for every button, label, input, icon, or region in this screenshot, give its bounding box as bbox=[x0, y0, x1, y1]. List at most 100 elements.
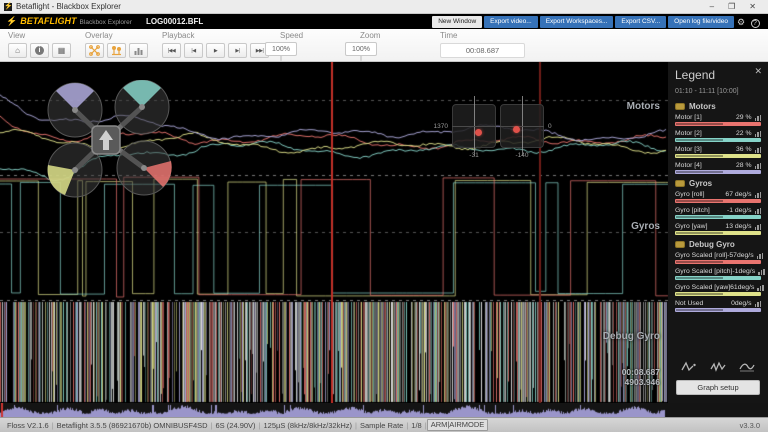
legend-panel: Legend ✕ 01:10 - 11:11 [10:00] Motors Mot… bbox=[668, 62, 768, 403]
status-bar: Floss V2.1.6 | Betaflight 3.5.5 (86921670b… bbox=[0, 417, 768, 432]
legend-group-header[interactable]: Debug Gyro bbox=[675, 240, 761, 249]
legend-field-row[interactable]: Motor [1] 29 % bbox=[675, 114, 761, 126]
legend-field-row[interactable]: Not Used 0deg/s bbox=[675, 300, 761, 312]
legend-field-row[interactable]: Gyro Scaled [yaw] 61deg/s bbox=[675, 284, 764, 296]
zoom-slider[interactable]: 100% bbox=[345, 42, 377, 61]
analyser-mini-icon[interactable] bbox=[754, 114, 761, 121]
zoom-input[interactable]: 100% bbox=[345, 42, 377, 56]
group-toggle-icon[interactable] bbox=[675, 180, 685, 187]
analyser-button[interactable] bbox=[129, 43, 148, 58]
analyser-mini-icon[interactable] bbox=[758, 268, 765, 275]
zoom-group: Zoom 100% bbox=[345, 31, 380, 61]
cursor-frame-readout: 4903.946 bbox=[624, 377, 660, 387]
help-icon[interactable]: ? bbox=[748, 16, 762, 28]
legend-tools: Graph setup bbox=[668, 361, 768, 395]
field-name: Not Used bbox=[675, 300, 704, 307]
legend-group-gyros: Gyros Gyro [roll] 67 deg/s Gyro [pitch] -1 d… bbox=[675, 179, 761, 235]
analyser-mini-icon[interactable] bbox=[754, 300, 761, 307]
export-workspaces-button[interactable]: Export Workspaces... bbox=[539, 15, 614, 28]
speed-label: Speed bbox=[280, 31, 304, 40]
analyser-mini-icon[interactable] bbox=[754, 223, 761, 230]
field-value: 61deg/s bbox=[730, 284, 755, 291]
log-filename: LOG00012.BFL bbox=[145, 17, 204, 26]
analyser-mini-icon[interactable] bbox=[754, 162, 761, 169]
smooth-curve-icon[interactable] bbox=[738, 361, 756, 372]
expand-curve-icon[interactable] bbox=[680, 361, 698, 372]
left-stick-dot bbox=[475, 129, 482, 136]
close-button[interactable]: ✕ bbox=[749, 0, 756, 14]
zigzag-curve-icon[interactable] bbox=[709, 361, 727, 372]
legend-field-row[interactable]: Gyro [yaw] 13 deg/s bbox=[675, 223, 761, 235]
analyser-mini-icon[interactable] bbox=[754, 130, 761, 137]
time-input[interactable]: 00:08.687 bbox=[440, 43, 525, 58]
legend-group-header[interactable]: Gyros bbox=[675, 179, 761, 188]
speed-slider[interactable]: 100% bbox=[265, 42, 297, 61]
minimize-button[interactable]: – bbox=[710, 0, 714, 14]
play-button[interactable]: ▶ bbox=[206, 43, 225, 58]
titlebar: ⚡ Betaflight - Blackbox Explorer – ❐ ✕ bbox=[0, 0, 768, 14]
field-name: Gyro [pitch] bbox=[675, 207, 710, 214]
right-stick-dot bbox=[513, 126, 520, 133]
field-value: -1 deg/s bbox=[726, 207, 752, 214]
field-name: Motor [1] bbox=[675, 114, 702, 121]
group-toggle-icon[interactable] bbox=[675, 103, 685, 110]
legend-field-row[interactable]: Gyro Scaled [pitch] -1deg/s bbox=[675, 268, 765, 280]
maximize-button[interactable]: ❐ bbox=[728, 0, 735, 14]
legend-group-motors: Motors Motor [1] 29 % Motor [2] 22 % Motor [3… bbox=[675, 102, 761, 174]
speed-input[interactable]: 100% bbox=[265, 42, 297, 56]
legend-field-row[interactable]: Gyro [pitch] -1 deg/s bbox=[675, 207, 761, 219]
cursor-time-readout: 00:08.687 bbox=[621, 367, 660, 377]
field-color-bar bbox=[675, 122, 761, 126]
sticks-overlay-button[interactable] bbox=[107, 43, 126, 58]
header-buttons: New Window Export video... Export Workspac… bbox=[432, 15, 734, 28]
info-button[interactable]: i bbox=[30, 43, 49, 58]
legend-group-header[interactable]: Motors bbox=[675, 102, 761, 111]
yaw-value: -31 bbox=[469, 152, 479, 159]
export-csv-button[interactable]: Export CSV... bbox=[615, 15, 667, 28]
seek-bar[interactable] bbox=[0, 403, 768, 417]
new-window-button[interactable]: New Window bbox=[432, 15, 483, 28]
legend-close-icon[interactable]: ✕ bbox=[754, 66, 762, 77]
view-group: View ⌂ i ▦ bbox=[8, 31, 71, 58]
jump-start-button[interactable]: |◀◀ bbox=[162, 43, 181, 58]
settings-gear-icon[interactable]: ⚙ bbox=[734, 16, 748, 28]
legend-field-row[interactable]: Gyro [roll] 67 deg/s bbox=[675, 191, 761, 203]
analyser-mini-icon[interactable] bbox=[754, 191, 761, 198]
open-log-file-video-button[interactable]: Open log file/video bbox=[668, 15, 734, 28]
legend-field-row[interactable]: Motor [4] 28 % bbox=[675, 162, 761, 174]
analyser-mini-icon[interactable] bbox=[754, 146, 761, 153]
status-segments: Floss V2.1.6 | Betaflight 3.5.5 (86921670b… bbox=[4, 419, 489, 431]
time-group: Time 00:08.687 bbox=[440, 31, 525, 58]
playback-label: Playback bbox=[162, 31, 195, 40]
field-name: Gyro Scaled [roll] bbox=[675, 252, 728, 259]
analyser-mini-icon[interactable] bbox=[754, 207, 761, 214]
field-name: Gyro Scaled [pitch] bbox=[675, 268, 733, 275]
status-segment: Floss V2.1.6 bbox=[7, 420, 49, 430]
brand-text: BETAFLIGHT bbox=[20, 16, 77, 26]
field-value: -1deg/s bbox=[732, 268, 756, 275]
legend-field-row[interactable]: Motor [3] 36 % bbox=[675, 146, 761, 158]
field-color-bar bbox=[675, 138, 761, 142]
graph-setup-button[interactable]: Graph setup bbox=[676, 380, 760, 395]
field-value: 28 % bbox=[736, 162, 752, 169]
group-toggle-icon[interactable] bbox=[675, 241, 685, 248]
field-name: Motor [3] bbox=[675, 146, 702, 153]
analyser-mini-icon[interactable] bbox=[757, 284, 764, 291]
legend-field-row[interactable]: Motor [2] 22 % bbox=[675, 130, 761, 142]
field-color-bar bbox=[675, 170, 761, 174]
field-value: 36 % bbox=[736, 146, 752, 153]
export-video-button[interactable]: Export video... bbox=[484, 15, 538, 28]
next-frame-button[interactable]: ▶| bbox=[228, 43, 247, 58]
group-name: Debug Gyro bbox=[689, 240, 735, 249]
debug-gyro-section-label: Debug Gyro bbox=[602, 331, 660, 342]
table-view-button[interactable]: ▦ bbox=[52, 43, 71, 58]
home-button[interactable]: ⌂ bbox=[8, 43, 27, 58]
field-name: Gyro [roll] bbox=[675, 191, 705, 198]
craft-overlay-button[interactable] bbox=[85, 43, 104, 58]
analyser-mini-icon[interactable] bbox=[756, 252, 764, 259]
field-value: 67 deg/s bbox=[725, 191, 752, 198]
group-name: Motors bbox=[689, 102, 716, 111]
prev-frame-button[interactable]: |◀ bbox=[184, 43, 203, 58]
field-name: Gyro [yaw] bbox=[675, 223, 708, 230]
legend-field-row[interactable]: Gyro Scaled [roll] -57deg/s bbox=[675, 252, 764, 264]
